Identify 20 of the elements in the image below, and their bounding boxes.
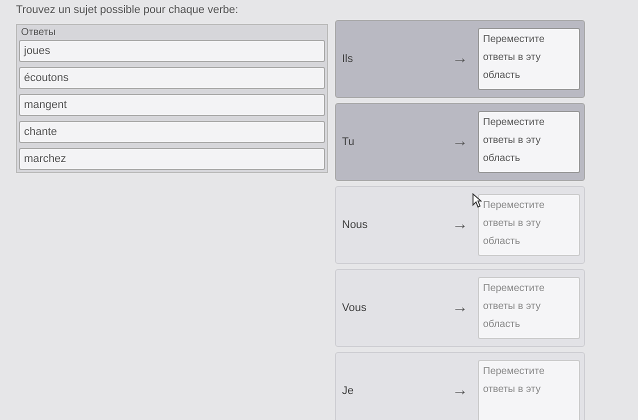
arrow-icon: → xyxy=(452,216,478,234)
subject-label: Tu xyxy=(342,136,356,148)
answer-tile[interactable]: chante xyxy=(19,121,325,143)
answer-tile[interactable]: joues xyxy=(19,40,325,62)
answer-tile[interactable]: mangent xyxy=(19,94,325,116)
arrow-icon: → xyxy=(452,50,478,68)
subject-label: Vous xyxy=(342,302,368,314)
drop-zone[interactable]: Переместите ответы в эту область xyxy=(478,111,580,173)
drop-zone[interactable]: Переместите ответы в эту область xyxy=(478,28,580,90)
answer-tile[interactable]: marchez xyxy=(19,148,325,170)
arrow-icon: → xyxy=(452,299,478,317)
cursor-icon xyxy=(472,193,482,208)
instruction-text: Trouvez un sujet possible pour chaque verbe: xyxy=(16,4,240,16)
panel-title: Ответы xyxy=(20,27,57,38)
subject-label: Ils xyxy=(342,53,354,65)
answer-tile[interactable]: écoutons xyxy=(19,67,325,89)
subject-label: Nous xyxy=(342,219,369,231)
arrow-icon: → xyxy=(452,382,478,400)
arrow-icon: → xyxy=(452,133,478,151)
subject-label: Je xyxy=(342,385,355,397)
